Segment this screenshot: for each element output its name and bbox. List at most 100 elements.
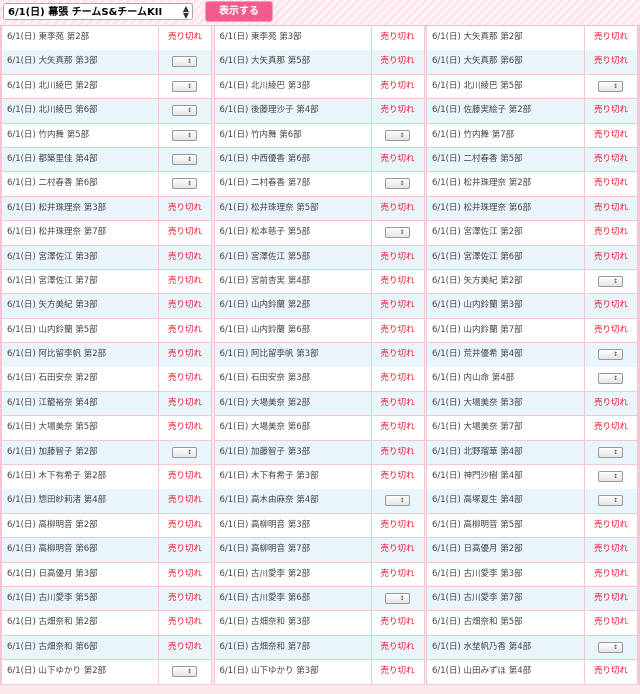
member-slot-label: 6/1(日) 北川綾巴 第5部 xyxy=(427,74,584,99)
quantity-select[interactable]: ↕ xyxy=(598,471,623,483)
ticket-column: 6/1(日) 東李苑 第3部 売り切れ 6/1(日) 大矢真那 第5部 売り切れ 6/1… xyxy=(213,26,425,685)
ticket-row: 6/1(日) 松井珠理奈 第3部 売り切れ xyxy=(2,196,211,221)
sold-out-label: 売り切れ xyxy=(158,538,211,562)
ticket-row: 6/1(日) 高柳明音 第3部 売り切れ xyxy=(214,513,424,538)
ticket-row: 6/1(日) 日高優月 第3部 売り切れ xyxy=(2,562,211,587)
ticket-row: 6/1(日) 石田安奈 第3部 売り切れ xyxy=(214,367,424,391)
member-slot-label: 6/1(日) 松井珠理奈 第7部 xyxy=(2,221,158,245)
quantity-cell: ↕ xyxy=(584,465,637,489)
quantity-select[interactable]: ↕ xyxy=(172,666,197,678)
ticket-row: 6/1(日) 内山命 第4部 ↕ xyxy=(427,367,637,391)
ticket-row: 6/1(日) 高塚夏生 第4部 ↕ xyxy=(427,489,637,513)
member-slot-label: 6/1(日) 神門沙樹 第4部 xyxy=(427,465,584,489)
quantity-select[interactable]: ↕ xyxy=(384,495,410,507)
sold-out-label: 売り切れ xyxy=(158,367,211,391)
sold-out-label: 売り切れ xyxy=(158,294,211,318)
select-arrows-icon: ↕ xyxy=(186,107,192,115)
ticket-row: 6/1(日) 山内鈴蘭 第2部 売り切れ xyxy=(214,294,424,318)
member-slot-label: 6/1(日) 山内鈴蘭 第5部 xyxy=(2,318,158,343)
member-slot-label: 6/1(日) 江籠裕奈 第4部 xyxy=(2,391,158,416)
select-arrows-icon: ↕ xyxy=(399,594,405,602)
sold-out-label: 売り切れ xyxy=(158,586,211,611)
ticket-row: 6/1(日) 松井珠理奈 第2部 売り切れ xyxy=(427,172,637,196)
select-arrows-icon: ↕ xyxy=(612,643,618,651)
handshake-ticket-grid: 6/1(日) 東李苑 第2部 売り切れ 6/1(日) 大矢真那 第3部 ↕ 6/1(日)… xyxy=(0,26,640,685)
sold-out-label: 売り切れ xyxy=(584,660,637,684)
ticket-row: 6/1(日) 荒井優希 第4部 ↕ xyxy=(427,343,637,367)
ticket-row: 6/1(日) 高柳明音 第2部 売り切れ xyxy=(2,513,211,538)
quantity-select[interactable]: ↕ xyxy=(384,592,410,604)
member-slot-label: 6/1(日) 大場美奈 第6部 xyxy=(214,416,371,440)
quantity-select[interactable]: ↕ xyxy=(598,349,623,361)
sold-out-label: 売り切れ xyxy=(370,416,424,440)
quantity-select[interactable]: ↕ xyxy=(598,373,623,385)
quantity-cell: ↕ xyxy=(584,269,637,294)
ticket-row: 6/1(日) 阿比留李帆 第2部 売り切れ xyxy=(2,343,211,367)
ticket-row: 6/1(日) 北川綾巴 第3部 売り切れ xyxy=(214,74,424,99)
quantity-select[interactable]: ↕ xyxy=(172,56,197,68)
member-slot-label: 6/1(日) 大矢真那 第5部 xyxy=(214,50,371,74)
ticket-row: 6/1(日) 高柳明音 第6部 売り切れ xyxy=(2,538,211,562)
member-slot-label: 6/1(日) 日高優月 第3部 xyxy=(2,562,158,587)
quantity-select[interactable]: ↕ xyxy=(384,227,410,239)
quantity-select[interactable]: ↕ xyxy=(598,641,623,653)
member-slot-label: 6/1(日) 高塚夏生 第4部 xyxy=(427,489,584,513)
ticket-row: 6/1(日) 古畑奈和 第2部 売り切れ xyxy=(2,611,211,635)
sold-out-label: 売り切れ xyxy=(584,318,637,343)
quantity-select[interactable]: ↕ xyxy=(598,80,623,92)
member-slot-label: 6/1(日) 北川綾巴 第6部 xyxy=(2,99,158,123)
member-slot-label: 6/1(日) 古畑奈和 第6部 xyxy=(2,635,158,660)
ticket-row: 6/1(日) 北川綾巴 第6部 ↕ xyxy=(2,99,211,123)
show-button[interactable]: 表示する xyxy=(206,2,272,21)
sold-out-label: 売り切れ xyxy=(584,50,637,74)
quantity-select[interactable]: ↕ xyxy=(172,153,197,165)
member-slot-label: 6/1(日) 竹内舞 第5部 xyxy=(2,123,158,148)
ticket-row: 6/1(日) 後藤理沙子 第4部 売り切れ xyxy=(214,99,424,123)
sold-out-label: 売り切れ xyxy=(584,123,637,148)
member-slot-label: 6/1(日) 内山命 第4部 xyxy=(427,367,584,391)
ticket-row: 6/1(日) 山内鈴蘭 第5部 売り切れ xyxy=(2,318,211,343)
event-select[interactable]: 6/1(日) 幕張 チームS&チームKII ▲ ▼ xyxy=(3,3,193,20)
member-slot-label: 6/1(日) 松本慈子 第5部 xyxy=(214,221,371,245)
sold-out-label: 売り切れ xyxy=(158,513,211,538)
quantity-select[interactable]: ↕ xyxy=(384,129,410,141)
ticket-row: 6/1(日) 山内鈴蘭 第3部 売り切れ xyxy=(427,294,637,318)
quantity-select[interactable]: ↕ xyxy=(172,80,197,92)
ticket-row: 6/1(日) 大場美奈 第6部 売り切れ xyxy=(214,416,424,440)
ticket-row: 6/1(日) 竹内舞 第5部 ↕ xyxy=(2,123,211,148)
select-arrows-icon: ↕ xyxy=(612,448,618,456)
member-slot-label: 6/1(日) 石田安奈 第2部 xyxy=(2,367,158,391)
member-slot-label: 6/1(日) 矢方美紀 第3部 xyxy=(2,294,158,318)
member-slot-label: 6/1(日) 石田安奈 第3部 xyxy=(214,367,371,391)
member-slot-label: 6/1(日) 大場美奈 第3部 xyxy=(427,391,584,416)
sold-out-label: 売り切れ xyxy=(158,489,211,513)
member-slot-label: 6/1(日) 竹内舞 第7部 xyxy=(427,123,584,148)
sold-out-label: 売り切れ xyxy=(584,245,637,270)
quantity-select[interactable]: ↕ xyxy=(172,178,197,190)
member-slot-label: 6/1(日) 山下ゆかり 第3部 xyxy=(214,660,371,684)
member-slot-label: 6/1(日) 山下ゆかり 第2部 xyxy=(2,660,158,684)
quantity-select[interactable]: ↕ xyxy=(384,178,410,190)
member-slot-label: 6/1(日) 阿比留李帆 第2部 xyxy=(2,343,158,367)
ticket-row: 6/1(日) 大場美奈 第7部 売り切れ xyxy=(427,416,637,440)
sold-out-label: 売り切れ xyxy=(370,50,424,74)
ticket-row: 6/1(日) 二村春香 第7部 ↕ xyxy=(214,172,424,196)
quantity-select[interactable]: ↕ xyxy=(172,129,197,141)
ticket-row: 6/1(日) 高柳明音 第7部 売り切れ xyxy=(214,538,424,562)
quantity-cell: ↕ xyxy=(158,660,211,684)
member-slot-label: 6/1(日) 竹内舞 第6部 xyxy=(214,123,371,148)
quantity-select[interactable]: ↕ xyxy=(598,275,623,287)
ticket-row: 6/1(日) 古川愛李 第6部 ↕ xyxy=(214,586,424,611)
ticket-row: 6/1(日) 加藤智子 第2部 ↕ xyxy=(2,440,211,465)
quantity-select[interactable]: ↕ xyxy=(172,105,197,117)
member-slot-label: 6/1(日) 古畑奈和 第5部 xyxy=(427,611,584,635)
ticket-row: 6/1(日) 山下ゆかり 第2部 ↕ xyxy=(2,660,211,684)
quantity-select[interactable]: ↕ xyxy=(172,446,197,458)
ticket-row: 6/1(日) 竹内舞 第6部 ↕ xyxy=(214,123,424,148)
ticket-row: 6/1(日) 山下ゆかり 第3部 売り切れ xyxy=(214,660,424,684)
quantity-select[interactable]: ↕ xyxy=(598,495,623,507)
quantity-select[interactable]: ↕ xyxy=(598,446,623,458)
member-slot-label: 6/1(日) 山内鈴蘭 第3部 xyxy=(427,294,584,318)
member-slot-label: 6/1(日) 古川愛李 第2部 xyxy=(214,562,371,587)
sold-out-label: 売り切れ xyxy=(370,538,424,562)
